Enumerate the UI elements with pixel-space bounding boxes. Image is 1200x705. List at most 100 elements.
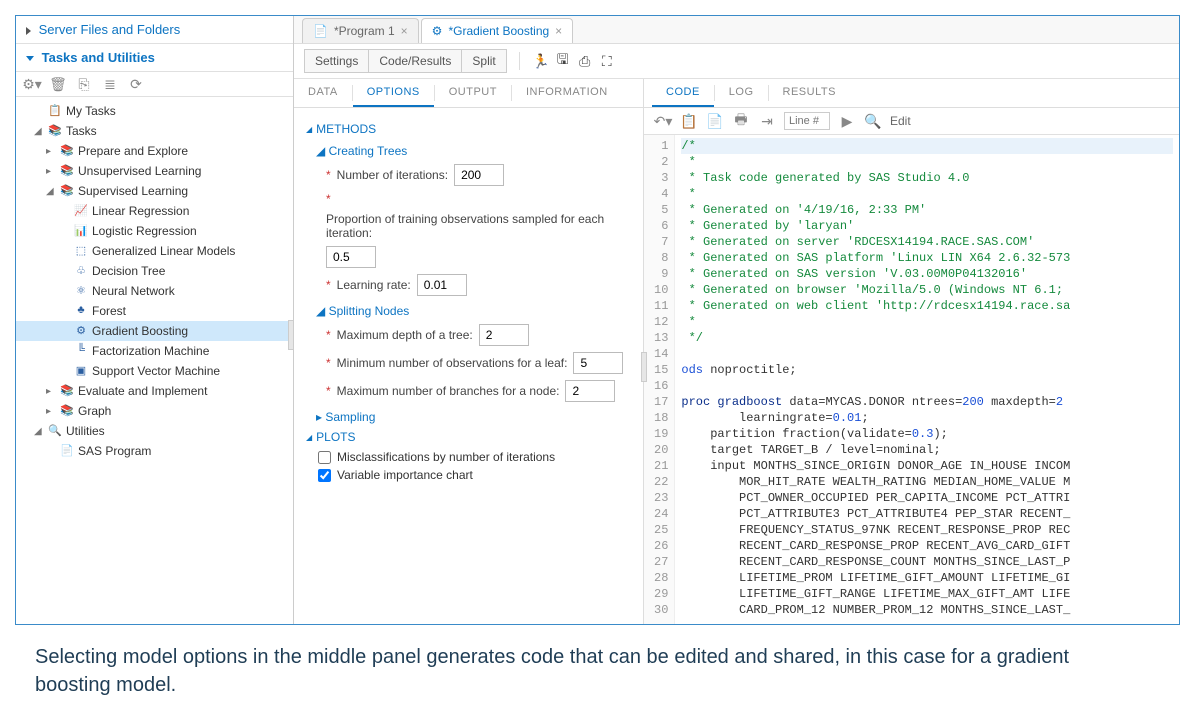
indent-icon[interactable]: ⇥ — [758, 112, 776, 130]
middle-resize-handle[interactable] — [641, 352, 647, 382]
sidebar-section-label: Tasks and Utilities — [42, 50, 155, 65]
prop-training-input[interactable] — [326, 246, 376, 268]
copy-icon[interactable]: 📋 — [680, 112, 698, 130]
tree-item[interactable]: 📋My Tasks — [16, 101, 293, 121]
field-label: Maximum number of branches for a node: — [337, 384, 560, 398]
tree-item[interactable]: ⚛Neural Network — [16, 281, 293, 301]
learning-rate-input[interactable] — [417, 274, 467, 296]
tree-item[interactable]: ♧Decision Tree — [16, 261, 293, 281]
main-area: 📄*Program 1×⚙*Gradient Boosting× Setting… — [294, 16, 1179, 624]
variable-importance-checkbox[interactable] — [318, 469, 331, 482]
document-tab[interactable]: ⚙*Gradient Boosting× — [421, 18, 574, 43]
code-editor[interactable]: 1234567891011121314151617181920212223242… — [644, 135, 1179, 624]
options-panel-tabs: DATAOPTIONSOUTPUTINFORMATION — [294, 79, 643, 108]
options-panel: DATAOPTIONSOUTPUTINFORMATION METHODS ◢ C… — [294, 79, 644, 624]
chevron-right-icon — [26, 27, 31, 35]
tree-item[interactable]: ▸📚Graph — [16, 401, 293, 421]
field-min-obs: * Minimum number of observations for a l… — [326, 352, 631, 374]
split-button[interactable]: Split — [461, 49, 506, 73]
field-label: Maximum depth of a tree: — [337, 328, 473, 342]
panel-tab-output[interactable]: OUTPUT — [435, 79, 511, 107]
field-max-depth: * Maximum depth of a tree: — [326, 324, 631, 346]
tree-item[interactable]: ◢🔍Utilities — [16, 421, 293, 441]
sidebar-section-tasks[interactable]: Tasks and Utilities — [16, 44, 293, 72]
subsection-sampling[interactable]: ▸ Sampling — [316, 410, 631, 424]
print-icon[interactable]: 🖶 — [732, 112, 750, 130]
tree-item[interactable]: ⬚Generalized Linear Models — [16, 241, 293, 261]
line-gutter: 1234567891011121314151617181920212223242… — [644, 135, 675, 624]
find-icon[interactable]: 🔍 — [864, 112, 882, 130]
tree-item[interactable]: ◢📚Tasks — [16, 121, 293, 141]
checkbox-variable-importance: Variable importance chart — [318, 468, 631, 482]
section-plots[interactable]: PLOTS — [306, 430, 631, 444]
tree-item[interactable]: ♣Forest — [16, 301, 293, 321]
required-indicator: * — [326, 328, 331, 342]
settings-dropdown-icon[interactable]: ⚙▾ — [24, 76, 40, 92]
sidebar: Server Files and Folders Tasks and Utili… — [16, 16, 294, 624]
tree-item[interactable]: ╚Factorization Machine — [16, 341, 293, 361]
field-label: Proportion of training observations samp… — [326, 212, 631, 240]
export-icon[interactable]: ⎙ — [576, 52, 594, 70]
tree-item[interactable]: ▸📚Prepare and Explore — [16, 141, 293, 161]
tree-item[interactable]: 📈Linear Regression — [16, 201, 293, 221]
code-tab-code[interactable]: CODE — [652, 79, 714, 107]
settings-button[interactable]: Settings — [304, 49, 368, 73]
section-methods[interactable]: METHODS — [306, 122, 631, 136]
panel-tab-data[interactable]: DATA — [294, 79, 352, 107]
tree-item[interactable]: 📊Logistic Regression — [16, 221, 293, 241]
tree-item[interactable]: ▣Support Vector Machine — [16, 361, 293, 381]
misclassifications-checkbox[interactable] — [318, 451, 331, 464]
delete-icon[interactable]: 🗑 — [50, 76, 66, 92]
tree-item[interactable]: ▸📚Evaluate and Implement — [16, 381, 293, 401]
tree-item[interactable]: 📄SAS Program — [16, 441, 293, 461]
sidebar-section-label: Server Files and Folders — [39, 22, 181, 37]
save-icon[interactable]: 🖫 — [554, 52, 572, 70]
line-number-input[interactable] — [784, 112, 830, 130]
max-depth-input[interactable] — [479, 324, 529, 346]
field-prop-training: * Proportion of training observations sa… — [326, 192, 631, 268]
panel-tab-options[interactable]: OPTIONS — [353, 79, 434, 107]
code-tab-results[interactable]: RESULTS — [769, 79, 850, 107]
task-tree: 📋My Tasks◢📚Tasks▸📚Prepare and Explore▸📚U… — [16, 97, 293, 624]
go-icon[interactable]: ▶ — [838, 112, 856, 130]
document-tab[interactable]: 📄*Program 1× — [302, 18, 419, 43]
run-icon[interactable]: 🏃 — [532, 52, 550, 70]
required-indicator: * — [326, 356, 331, 370]
app-window: Server Files and Folders Tasks and Utili… — [15, 15, 1180, 625]
field-label: Number of iterations: — [337, 168, 448, 182]
expand-icon[interactable]: ⛶ — [598, 52, 616, 70]
code-panel: CODELOGRESULTS ↶▾ 📋 📄 🖶 ⇥ ▶ 🔍 Edit 12345… — [644, 79, 1179, 624]
undo-icon[interactable]: ↶▾ — [654, 112, 672, 130]
subsection-splitting-nodes[interactable]: ◢ Splitting Nodes — [316, 304, 631, 318]
tree-item[interactable]: ▸📚Unsupervised Learning — [16, 161, 293, 181]
field-learning-rate: * Learning rate: — [326, 274, 631, 296]
code-results-button[interactable]: Code/Results — [368, 49, 461, 73]
code-panel-tabs: CODELOGRESULTS — [644, 79, 1179, 108]
num-iterations-input[interactable] — [454, 164, 504, 186]
open-icon[interactable]: ⎘ — [76, 76, 92, 92]
close-icon[interactable]: × — [401, 24, 408, 38]
panel-tab-information[interactable]: INFORMATION — [512, 79, 622, 107]
options-body: METHODS ◢ Creating Trees * Number of ite… — [294, 108, 643, 624]
sidebar-section-files[interactable]: Server Files and Folders — [16, 16, 293, 44]
close-icon[interactable]: × — [555, 24, 562, 38]
edit-label[interactable]: Edit — [890, 114, 911, 128]
document-tabs: 📄*Program 1×⚙*Gradient Boosting× — [294, 16, 1179, 44]
list-icon[interactable]: ≣ — [102, 76, 118, 92]
code-tab-log[interactable]: LOG — [715, 79, 768, 107]
tree-item[interactable]: ⚙Gradient Boosting — [16, 321, 293, 341]
code-toolbar: ↶▾ 📋 📄 🖶 ⇥ ▶ 🔍 Edit — [644, 108, 1179, 135]
required-indicator: * — [326, 168, 331, 182]
tree-item[interactable]: ◢📚Supervised Learning — [16, 181, 293, 201]
checkbox-misclassifications: Misclassifications by number of iteratio… — [318, 450, 631, 464]
clipboard-icon[interactable]: 📄 — [706, 112, 724, 130]
subsection-creating-trees[interactable]: ◢ Creating Trees — [316, 144, 631, 158]
chevron-down-icon — [26, 56, 34, 61]
max-branches-input[interactable] — [565, 380, 615, 402]
min-obs-input[interactable] — [573, 352, 623, 374]
field-label: Minimum number of observations for a lea… — [337, 356, 568, 370]
checkbox-label: Variable importance chart — [337, 468, 473, 482]
refresh-icon[interactable]: ⟳ — [128, 76, 144, 92]
panels: DATAOPTIONSOUTPUTINFORMATION METHODS ◢ C… — [294, 79, 1179, 624]
field-label: Learning rate: — [337, 278, 411, 292]
